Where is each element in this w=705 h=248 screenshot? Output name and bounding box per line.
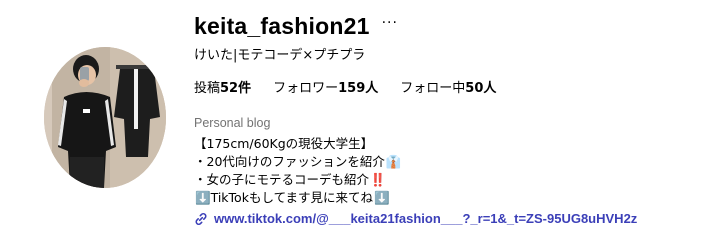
avatar-photo	[44, 47, 166, 188]
link-url[interactable]: www.tiktok.com/@___keita21fashion___?_r=…	[214, 211, 637, 226]
bio-text-2: ・20代向けのファッションを紹介	[194, 154, 385, 169]
posts-value: 52件	[220, 81, 252, 96]
bio-line-2: ・20代向けのファッションを紹介 👔	[194, 153, 402, 171]
profile-bio: 【175cm/60Kgの現役大学生】 ・20代向けのファッションを紹介 👔 ・女の…	[194, 135, 402, 207]
bio-text-1: 【175cm/60Kgの現役大学生】	[194, 136, 374, 151]
followers-count[interactable]: フォロワー159人	[273, 77, 378, 96]
bio-line-3: ・女の子にモテるコーデも紹介 ‼️	[194, 171, 402, 189]
avatar[interactable]	[44, 47, 166, 188]
full-name: けいた|モテコーデ×プチプラ	[194, 48, 366, 63]
more-horizontal-icon[interactable]: ···	[382, 15, 398, 31]
bio-line-1: 【175cm/60Kgの現役大学生】	[194, 135, 402, 153]
down-arrow-emoji-icon: ⬇️	[373, 190, 390, 205]
link-chain-icon	[195, 212, 207, 225]
bio-text-4: TikTokもしてます見に来てね	[210, 190, 373, 205]
external-link[interactable]: www.tiktok.com/@___keita21fashion___?_r=…	[194, 211, 637, 226]
bio-line-4: ⬇️ TikTokもしてます見に来てね ⬇️	[194, 189, 402, 207]
username: keita_fashion21	[194, 12, 370, 39]
bio-text-3: ・女の子にモテるコーデも紹介	[194, 172, 370, 187]
followers-value: 159人	[338, 81, 379, 96]
followers-label: フォロワー	[273, 81, 339, 96]
double-exclamation-emoji-icon: ‼️	[370, 172, 386, 187]
username-row: keita_fashion21 ···	[194, 10, 398, 42]
following-count[interactable]: フォロー中50人	[400, 77, 496, 96]
following-value: 50人	[465, 81, 497, 96]
profile-category: Personal blog	[194, 116, 271, 130]
necktie-emoji-icon: 👔	[385, 154, 402, 169]
profile-stats: 投稿52件 フォロワー159人 フォロー中50人	[194, 77, 496, 96]
posts-label: 投稿	[194, 81, 221, 96]
down-arrow-emoji-icon: ⬇️	[195, 190, 211, 205]
following-label: フォロー中	[400, 81, 466, 96]
posts-count[interactable]: 投稿52件	[194, 77, 251, 96]
